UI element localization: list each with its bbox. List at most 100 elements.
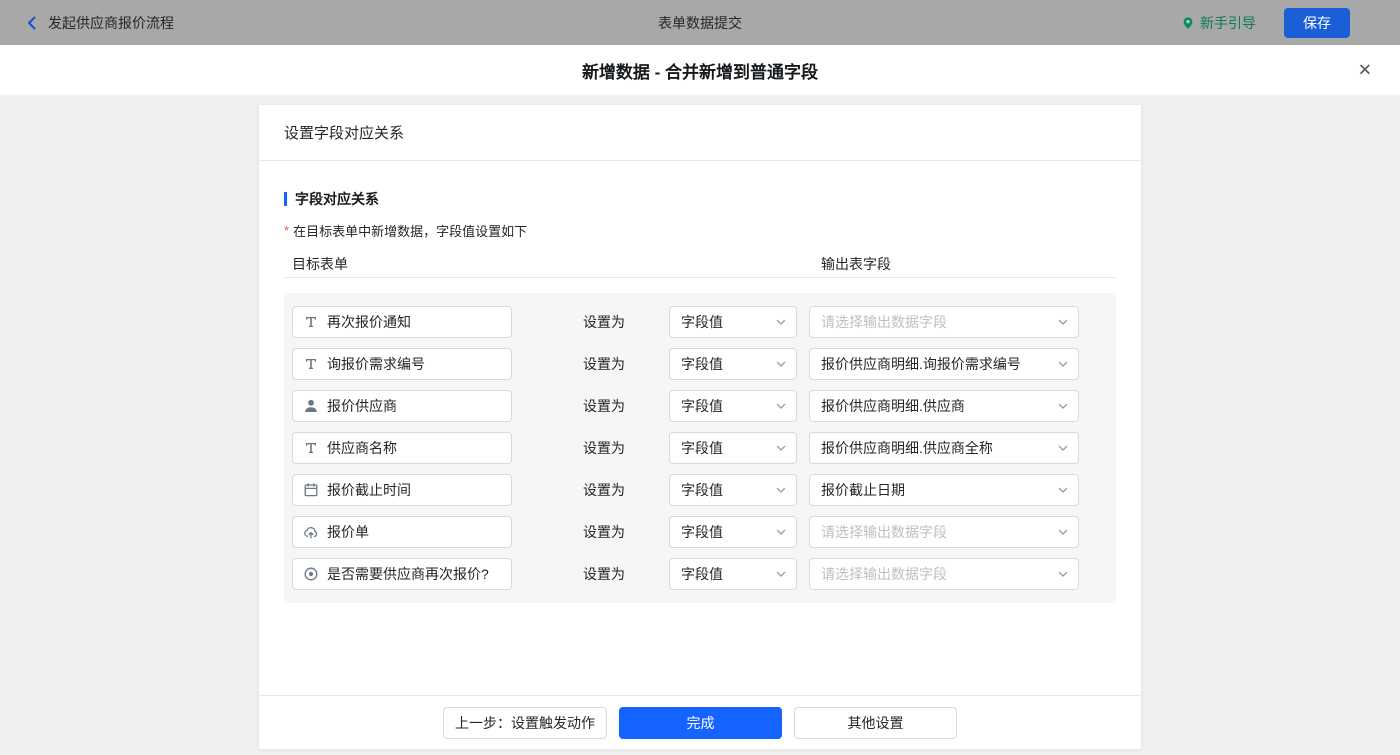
target-field-label: 报价供应商	[327, 398, 397, 414]
calendar-icon	[303, 482, 319, 498]
value-mode-text: 字段值	[681, 440, 723, 456]
back-button[interactable]: 发起供应商报价流程	[24, 13, 174, 33]
value-mode-text: 字段值	[681, 314, 723, 330]
target-field-input[interactable]: 供应商名称	[292, 432, 512, 464]
target-field-input[interactable]: 询报价需求编号	[292, 348, 512, 380]
value-mode-select[interactable]: 字段值	[669, 348, 797, 380]
card-title: 设置字段对应关系	[259, 105, 1141, 161]
field-mapping-card: 设置字段对应关系 字段对应关系 * 在目标表单中新增数据，字段值设置如下 目标表…	[259, 105, 1141, 749]
required-mark: *	[284, 223, 290, 238]
section-title: 字段对应关系	[284, 189, 1116, 209]
set-as-label: 设置为	[583, 398, 625, 414]
target-field-input[interactable]: 报价单	[292, 516, 512, 548]
set-as-label: 设置为	[583, 356, 625, 372]
chevron-down-icon	[1057, 400, 1069, 412]
guide-label: 新手引导	[1200, 14, 1256, 31]
output-field-select[interactable]: 报价截止日期	[809, 474, 1079, 506]
text-field-icon	[303, 356, 319, 372]
flow-title: 发起供应商报价流程	[48, 14, 174, 31]
value-mode-select[interactable]: 字段值	[669, 474, 797, 506]
chevron-down-icon	[775, 358, 787, 370]
back-chevron-icon	[24, 15, 40, 31]
value-mode-text: 字段值	[681, 398, 723, 414]
value-mode-select[interactable]: 字段值	[669, 558, 797, 590]
value-mode-text: 字段值	[681, 482, 723, 498]
output-field-select[interactable]: 请选择输出数据字段	[809, 516, 1079, 548]
chevron-down-icon	[775, 568, 787, 580]
target-field-input[interactable]: 是否需要供应商再次报价?	[292, 558, 512, 590]
chevron-down-icon	[775, 526, 787, 538]
page-title: 新增数据 - 合并新增到普通字段	[581, 62, 819, 82]
target-field-input[interactable]: 报价截止时间	[292, 474, 512, 506]
text-field-icon	[303, 314, 319, 330]
chevron-down-icon	[1057, 442, 1069, 454]
output-field-select[interactable]: 报价供应商明细.供应商	[809, 390, 1079, 422]
section-accent-bar	[284, 192, 287, 206]
output-field-text: 请选择输出数据字段	[821, 566, 947, 582]
output-field-select[interactable]: 报价供应商明细.询报价需求编号	[809, 348, 1079, 380]
mapping-rows-panel: 再次报价通知 设置为 字段值 请选择输出数据字段 询报价需求编号 设置为 字段值 报价供应商明…	[284, 293, 1116, 603]
chevron-down-icon	[1057, 358, 1069, 370]
location-pin-icon	[1181, 16, 1195, 30]
value-mode-text: 字段值	[681, 524, 723, 540]
mapping-row: 询报价需求编号 设置为 字段值 报价供应商明细.询报价需求编号	[292, 348, 1108, 380]
mapping-row: 是否需要供应商再次报价? 设置为 字段值 请选择输出数据字段	[292, 558, 1108, 590]
value-mode-select[interactable]: 字段值	[669, 516, 797, 548]
guide-link[interactable]: 新手引导	[1181, 13, 1256, 33]
set-as-label: 设置为	[583, 440, 625, 456]
set-as-label: 设置为	[583, 314, 625, 330]
value-mode-select[interactable]: 字段值	[669, 306, 797, 338]
cloud-upload-icon	[303, 524, 319, 540]
target-field-label: 询报价需求编号	[327, 356, 425, 372]
chevron-down-icon	[1057, 526, 1069, 538]
output-field-text: 报价供应商明细.供应商全称	[821, 440, 993, 456]
mapping-row: 报价截止时间 设置为 字段值 报价截止日期	[292, 474, 1108, 506]
target-field-label: 是否需要供应商再次报价?	[327, 566, 489, 582]
value-mode-text: 字段值	[681, 566, 723, 582]
output-field-text: 请选择输出数据字段	[821, 314, 947, 330]
chevron-down-icon	[1057, 568, 1069, 580]
output-field-text: 报价供应商明细.询报价需求编号	[821, 356, 1021, 372]
chevron-down-icon	[775, 400, 787, 412]
column-header-target-form: 目标表单	[292, 256, 348, 272]
value-mode-text: 字段值	[681, 356, 723, 372]
save-button[interactable]: 保存	[1284, 7, 1350, 38]
chevron-down-icon	[775, 484, 787, 496]
text-field-icon	[303, 440, 319, 456]
value-mode-select[interactable]: 字段值	[669, 432, 797, 464]
output-field-select[interactable]: 请选择输出数据字段	[809, 558, 1079, 590]
set-as-label: 设置为	[583, 482, 625, 498]
target-field-label: 供应商名称	[327, 440, 397, 456]
mapping-row: 报价单 设置为 字段值 请选择输出数据字段	[292, 516, 1108, 548]
hint-text: * 在目标表单中新增数据，字段值设置如下	[284, 223, 528, 239]
target-field-label: 报价单	[327, 524, 369, 540]
content-area: 设置字段对应关系 字段对应关系 * 在目标表单中新增数据，字段值设置如下 目标表…	[0, 95, 1400, 755]
done-button[interactable]: 完成	[619, 706, 782, 739]
chevron-down-icon	[1057, 316, 1069, 328]
set-as-label: 设置为	[583, 566, 625, 582]
user-icon	[303, 398, 319, 414]
value-mode-select[interactable]: 字段值	[669, 390, 797, 422]
chevron-down-icon	[775, 316, 787, 328]
column-header-output-field: 输出表字段	[821, 256, 891, 272]
mapping-row: 再次报价通知 设置为 字段值 请选择输出数据字段	[292, 306, 1108, 338]
chevron-down-icon	[775, 442, 787, 454]
output-field-text: 请选择输出数据字段	[821, 524, 947, 540]
radio-icon	[303, 566, 319, 582]
output-field-select[interactable]: 请选择输出数据字段	[809, 306, 1079, 338]
modal-header: 新增数据 - 合并新增到普通字段 ✕	[0, 45, 1400, 95]
close-icon[interactable]: ✕	[1354, 58, 1376, 83]
target-field-input[interactable]: 再次报价通知	[292, 306, 512, 338]
output-field-text: 报价截止日期	[821, 482, 905, 498]
output-field-text: 报价供应商明细.供应商	[821, 398, 965, 414]
card-footer: 上一步：设置触发动作 完成 其他设置	[259, 695, 1141, 749]
other-settings-button[interactable]: 其他设置	[794, 706, 957, 739]
column-headers: 目标表单 输出表字段	[284, 252, 1116, 278]
mapping-row: 报价供应商 设置为 字段值 报价供应商明细.供应商	[292, 390, 1108, 422]
output-field-select[interactable]: 报价供应商明细.供应商全称	[809, 432, 1079, 464]
target-field-input[interactable]: 报价供应商	[292, 390, 512, 422]
topbar: 发起供应商报价流程 表单数据提交 新手引导 保存	[0, 0, 1400, 45]
previous-step-button[interactable]: 上一步：设置触发动作	[443, 706, 607, 739]
target-field-label: 再次报价通知	[327, 314, 411, 330]
chevron-down-icon	[1057, 484, 1069, 496]
